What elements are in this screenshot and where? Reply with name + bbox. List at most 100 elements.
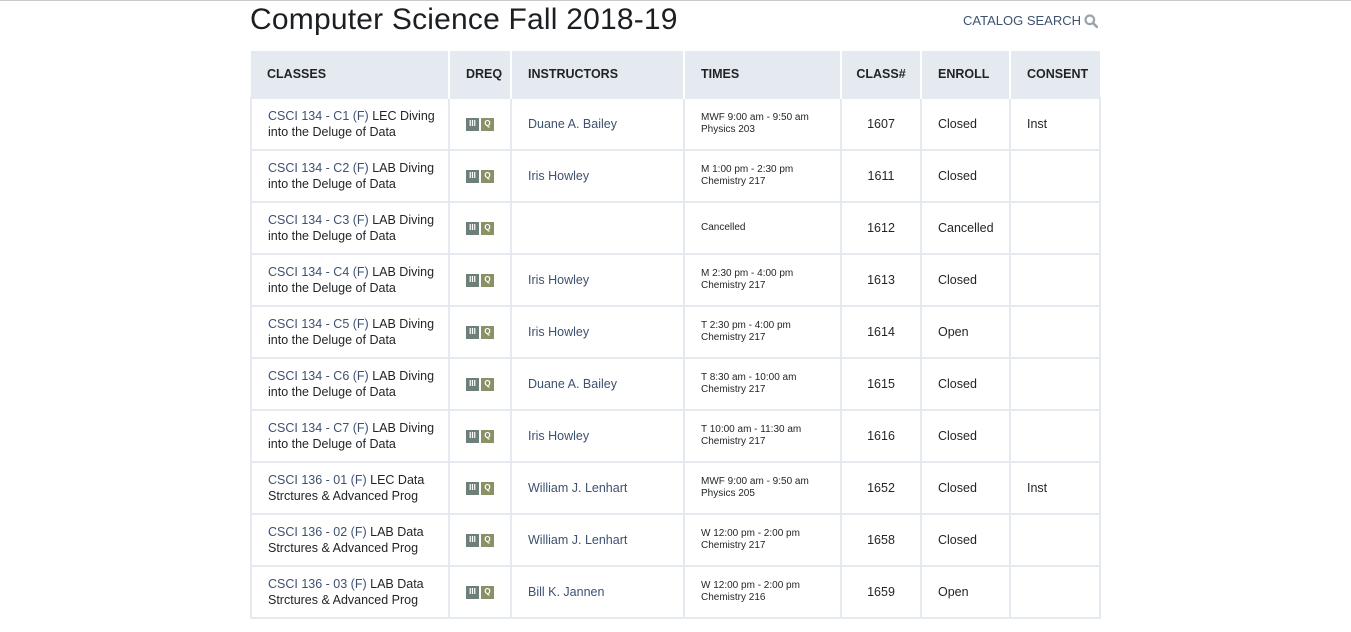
quantitative-badge: Q <box>481 325 494 339</box>
instructor-link[interactable]: Bill K. Jannen <box>528 585 604 599</box>
meeting-location: Chemistry 216 <box>701 592 766 603</box>
table-row: CSCI 136 - 02 (F) LAB Data Strctures & A… <box>250 513 1101 567</box>
quantitative-badge: Q <box>481 273 494 287</box>
instructor-link[interactable]: William J. Lenhart <box>528 481 627 495</box>
consent-value <box>1009 253 1101 307</box>
catalog-search-link[interactable]: CATALOG SEARCH <box>963 13 1098 28</box>
consent-value <box>1009 357 1101 411</box>
division-badge: III <box>466 273 479 287</box>
table-row: CSCI 134 - C6 (F) LAB Diving into the De… <box>250 357 1101 411</box>
dreq-cell: III Q <box>448 565 512 619</box>
column-header-classes[interactable]: CLASSES <box>251 51 450 98</box>
dreq-cell: III Q <box>448 149 512 203</box>
enroll-status: Closed <box>920 461 1011 515</box>
quantitative-badge: Q <box>481 117 494 131</box>
course-table: CLASSES DREQ INSTRUCTORS TIMES CLASS# EN… <box>250 51 1101 619</box>
instructor-link[interactable]: Iris Howley <box>528 325 589 339</box>
column-header-enroll[interactable]: ENROLL <box>921 51 1011 98</box>
instructor-link[interactable]: Duane A. Bailey <box>528 377 617 391</box>
table-row: CSCI 134 - C4 (F) LAB Diving into the De… <box>250 253 1101 307</box>
meeting-time: W 12:00 pm - 2:00 pm <box>701 528 800 539</box>
class-cell: CSCI 136 - 02 (F) LAB Data Strctures & A… <box>250 513 450 567</box>
quantitative-badge: Q <box>481 429 494 443</box>
instructor-cell: Iris Howley <box>510 149 685 203</box>
quantitative-badge: Q <box>481 585 494 599</box>
class-number: 1658 <box>840 513 922 567</box>
class-number: 1611 <box>840 149 922 203</box>
times-cell: Cancelled <box>683 201 842 255</box>
meeting-time: T 10:00 am - 11:30 am <box>701 424 802 435</box>
column-header-consent[interactable]: CONSENT <box>1010 51 1100 98</box>
meeting-location: Chemistry 217 <box>701 540 766 551</box>
table-row: CSCI 134 - C1 (F) LEC Diving into the De… <box>250 97 1101 151</box>
consent-value <box>1009 149 1101 203</box>
instructor-cell: Iris Howley <box>510 253 685 307</box>
enroll-status: Closed <box>920 253 1011 307</box>
instructor-link[interactable]: Iris Howley <box>528 429 589 443</box>
class-cell: CSCI 134 - C6 (F) LAB Diving into the De… <box>250 357 450 411</box>
instructor-cell: Iris Howley <box>510 305 685 359</box>
column-header-instructors[interactable]: INSTRUCTORS <box>511 51 685 98</box>
instructor-link[interactable]: Iris Howley <box>528 169 589 183</box>
meeting-time: Cancelled <box>701 222 746 233</box>
course-code-link[interactable]: CSCI 134 - C1 (F) <box>268 109 369 123</box>
enroll-status: Open <box>920 305 1011 359</box>
meeting-location: Physics 205 <box>701 488 755 499</box>
instructor-link[interactable]: Iris Howley <box>528 273 589 287</box>
course-code-link[interactable]: CSCI 134 - C5 (F) <box>268 317 369 331</box>
page: Computer Science Fall 2018-19 CATALOG SE… <box>0 1 1351 632</box>
search-icon <box>1084 13 1098 28</box>
course-code-link[interactable]: CSCI 134 - C7 (F) <box>268 421 369 435</box>
column-header-times[interactable]: TIMES <box>684 51 842 98</box>
times-cell: T 10:00 am - 11:30 am Chemistry 217 <box>683 409 842 463</box>
class-cell: CSCI 134 - C1 (F) LEC Diving into the De… <box>250 97 450 151</box>
column-header-class-number[interactable]: CLASS# <box>841 51 922 98</box>
class-number: 1616 <box>840 409 922 463</box>
enroll-status: Closed <box>920 513 1011 567</box>
course-code-link[interactable]: CSCI 134 - C2 (F) <box>268 161 369 175</box>
table-row: CSCI 134 - C2 (F) LAB Diving into the De… <box>250 149 1101 203</box>
instructor-cell: William J. Lenhart <box>510 513 685 567</box>
quantitative-badge: Q <box>481 481 494 495</box>
dreq-cell: III Q <box>448 357 512 411</box>
meeting-location: Physics 203 <box>701 124 755 135</box>
meeting-time: MWF 9:00 am - 9:50 am <box>701 476 809 487</box>
quantitative-badge: Q <box>481 533 494 547</box>
dreq-cell: III Q <box>448 305 512 359</box>
course-code-link[interactable]: CSCI 134 - C6 (F) <box>268 369 369 383</box>
catalog-search-label: CATALOG SEARCH <box>963 13 1081 28</box>
course-code-link[interactable]: CSCI 136 - 03 (F) <box>268 577 367 591</box>
class-cell: CSCI 134 - C2 (F) LAB Diving into the De… <box>250 149 450 203</box>
division-badge: III <box>466 169 479 183</box>
meeting-location: Chemistry 217 <box>701 176 766 187</box>
meeting-time: M 2:30 pm - 4:00 pm <box>701 268 794 279</box>
enroll-status: Closed <box>920 149 1011 203</box>
class-number: 1612 <box>840 201 922 255</box>
consent-value <box>1009 565 1101 619</box>
instructor-link[interactable]: Duane A. Bailey <box>528 117 617 131</box>
enroll-status: Closed <box>920 97 1011 151</box>
division-badge: III <box>466 481 479 495</box>
consent-value <box>1009 513 1101 567</box>
class-number: 1614 <box>840 305 922 359</box>
course-code-link[interactable]: CSCI 136 - 01 (F) <box>268 473 367 487</box>
course-code-link[interactable]: CSCI 136 - 02 (F) <box>268 525 367 539</box>
instructor-cell: Duane A. Bailey <box>510 97 685 151</box>
page-title: Computer Science Fall 2018-19 <box>250 3 678 36</box>
division-badge: III <box>466 377 479 391</box>
class-cell: CSCI 136 - 03 (F) LAB Data Strctures & A… <box>250 565 450 619</box>
dreq-cell: III Q <box>448 97 512 151</box>
quantitative-badge: Q <box>481 377 494 391</box>
column-header-dreq[interactable]: DREQ <box>449 51 512 98</box>
meeting-time: M 1:00 pm - 2:30 pm <box>701 164 794 175</box>
times-cell: MWF 9:00 am - 9:50 am Physics 205 <box>683 461 842 515</box>
times-cell: W 12:00 pm - 2:00 pm Chemistry 216 <box>683 565 842 619</box>
enroll-status: Cancelled <box>920 201 1011 255</box>
course-code-link[interactable]: CSCI 134 - C3 (F) <box>268 213 369 227</box>
division-badge: III <box>466 117 479 131</box>
table-row: CSCI 136 - 03 (F) LAB Data Strctures & A… <box>250 565 1101 619</box>
course-code-link[interactable]: CSCI 134 - C4 (F) <box>268 265 369 279</box>
class-cell: CSCI 136 - 01 (F) LEC Data Strctures & A… <box>250 461 450 515</box>
dreq-cell: III Q <box>448 253 512 307</box>
instructor-link[interactable]: William J. Lenhart <box>528 533 627 547</box>
